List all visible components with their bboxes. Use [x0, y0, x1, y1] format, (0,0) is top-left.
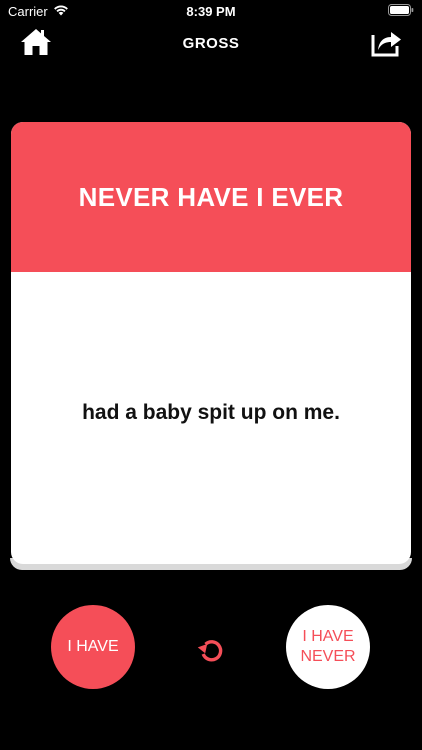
refresh-icon	[195, 635, 227, 672]
share-button[interactable]	[368, 26, 404, 62]
status-bar: Carrier 8:39 PM	[0, 0, 422, 22]
i-have-never-label: I HAVE NEVER	[300, 627, 355, 667]
app-screen: Carrier 8:39 PM GROSS NEVER HAVE I EVER …	[0, 0, 422, 750]
i-have-never-line2: NEVER	[300, 648, 356, 665]
question-card-stack: NEVER HAVE I EVER had a baby spit up on …	[10, 120, 412, 570]
card-statement: had a baby spit up on me.	[82, 401, 340, 424]
i-have-label: I HAVE	[67, 638, 119, 655]
question-card[interactable]: NEVER HAVE I EVER had a baby spit up on …	[11, 122, 411, 564]
card-header: NEVER HAVE I EVER	[11, 122, 411, 272]
i-have-never-button[interactable]: I HAVE NEVER	[286, 605, 370, 689]
card-header-title: NEVER HAVE I EVER	[78, 181, 344, 212]
i-have-button[interactable]: I HAVE	[51, 605, 135, 689]
battery-icon	[388, 4, 414, 19]
nav-bar: GROSS	[0, 22, 422, 66]
i-have-never-line1: I HAVE	[302, 628, 354, 645]
reset-button[interactable]	[193, 635, 229, 671]
card-body: had a baby spit up on me.	[11, 272, 411, 564]
share-icon	[370, 26, 402, 63]
status-time: 8:39 PM	[186, 4, 236, 19]
page-title: GROSS	[182, 35, 240, 52]
